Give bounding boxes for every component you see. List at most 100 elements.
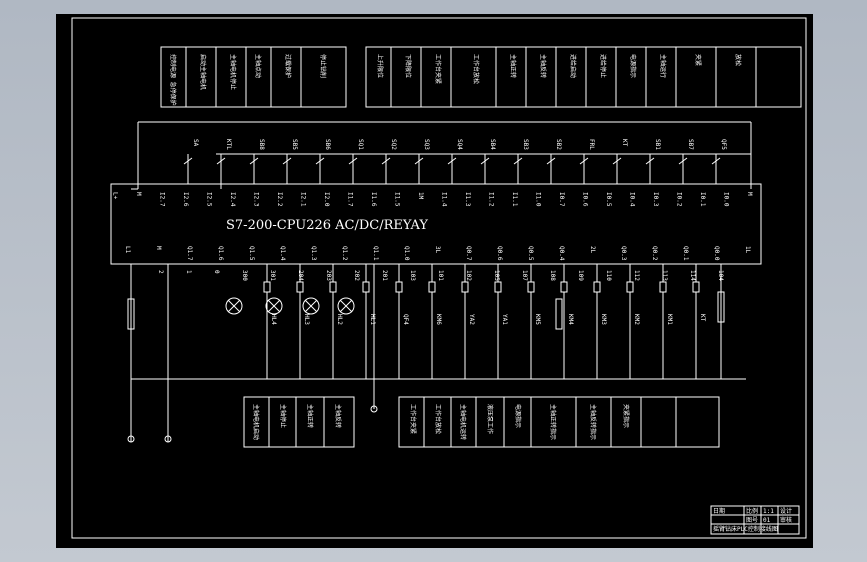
plc-output-terminal: Q1.2	[341, 246, 348, 261]
title-block-cell: 摇臂钻床PLC控制接线图	[713, 525, 778, 533]
top-function-label: 夹紧	[694, 54, 702, 66]
plc-output-terminal: Q0.2	[651, 246, 658, 261]
bottom-function-label: 主轴电机运转	[459, 404, 467, 440]
output-coil	[329, 281, 337, 293]
plc-input-terminal: I1.6	[370, 192, 377, 207]
top-function-label: 主轴运行	[659, 54, 667, 78]
lamps	[225, 297, 355, 315]
plc-input-terminal: M	[135, 192, 142, 196]
bottom-function-label: 主轴反转	[334, 404, 342, 428]
title-block-cell: 图号	[746, 517, 758, 524]
plc-input-terminal: I1.3	[464, 192, 471, 207]
plc-output-terminal: Q0.0	[713, 246, 720, 261]
title-block-cell: 01	[763, 517, 771, 524]
output-device-label: YA2	[468, 314, 475, 325]
input-contacts: QF5 SB7 SB1 KT FRL SB2 SB3 SB4 SQ4 SQ3 SQ2 SQ1 SB6 SB…	[183, 139, 727, 184]
wire-number: 101	[437, 270, 444, 281]
plc-output-terminal: Q0.7	[465, 246, 472, 261]
output-device-label: HL2	[336, 314, 343, 325]
top-function-label: 启动主轴电机	[199, 54, 207, 90]
title-block-cell: 日期	[713, 507, 725, 515]
top-function-label: 停止钻削	[319, 54, 327, 78]
output-coil	[461, 281, 469, 293]
input-device-label: SA	[192, 139, 199, 147]
plc-input-terminal: I2.1	[300, 192, 307, 207]
plc-output-terminal: Q0.3	[620, 246, 627, 261]
bottom-function-label: 主轴正转	[306, 404, 314, 428]
wire-number: 202	[353, 270, 360, 281]
title-block-cell: 1:1	[763, 508, 774, 515]
plc-output-terminal: M	[155, 246, 162, 250]
wire-number: 107	[521, 270, 528, 281]
plc-output-terminal: Q1.7	[186, 246, 193, 261]
wire-number: 104	[717, 270, 724, 281]
plc-output-terminal: Q0.5	[527, 246, 534, 261]
plc-output-terminal: Q0.4	[558, 246, 565, 261]
top-function-label: 工作台放松	[472, 54, 480, 84]
plc-output-terminal: Q1.6	[217, 246, 224, 261]
plc-input-terminal: I1.0	[535, 192, 542, 207]
title-block-text: 摇臂钻床PLC控制接线图 比例 1:1 图号 01 设计审核 日期	[713, 507, 792, 533]
input-device-label: SB6	[324, 139, 331, 150]
wire-number: 0	[213, 270, 220, 274]
wire-number: 108	[549, 270, 556, 281]
plc-input-terminal: I0.0	[723, 192, 730, 207]
input-device-label: SB2	[555, 139, 562, 150]
top-function-label: 工作台夹紧	[434, 54, 442, 84]
plc-output-terminal: Q1.3	[310, 246, 317, 261]
input-device-label: SB1	[654, 139, 661, 150]
input-device-label: KTL	[225, 139, 232, 150]
plc-input-terminal: I2.3	[253, 192, 260, 207]
plc-input-terminal: I2.7	[159, 192, 166, 207]
input-device-label: FRL	[588, 139, 595, 150]
plc-input-terminal: I0.2	[676, 192, 683, 207]
input-device-label: QF5	[720, 139, 727, 150]
drawing-sheet: 控制电源 急停保护 启动主轴电机 主轴电机停止 主轴点动 过载保护 停止钻削 上升限位 下降限…	[56, 14, 813, 548]
plc-output-terminal: L1	[124, 246, 131, 254]
output-coil	[362, 281, 370, 293]
input-device-label: SQ2	[390, 139, 397, 150]
plc-input-terminal: I1.2	[488, 192, 495, 207]
wire-number: 113	[661, 270, 668, 281]
input-device-label: SQ3	[423, 139, 430, 150]
plc-input-terminal: L+	[112, 192, 119, 200]
output-coil	[626, 281, 634, 293]
top-function-label: 上升限位	[376, 54, 384, 78]
input-device-label: SB4	[489, 139, 496, 150]
output-devices: KT KM1 KM2 KM3 KM4 KM5 YA1 YA2 KM6 QF4 HL1 HL2 HL3 HL…	[157, 264, 724, 379]
plc-output-terminal: Q0.6	[496, 246, 503, 261]
plc-output-terminal: Q1.5	[248, 246, 255, 261]
output-device-label: KM3	[600, 314, 607, 325]
plc-input-terminal: I2.2	[276, 192, 283, 207]
plc-input-terminal: I1.7	[347, 192, 354, 207]
bottom-function-label: 主轴停止	[279, 404, 287, 428]
wire-number: 102	[465, 270, 472, 281]
output-coil	[395, 281, 403, 293]
plc-model-label: S7-200-CPU226 AC/DC/REYAY	[226, 218, 428, 233]
output-coil	[527, 281, 535, 293]
plc-output-terminal: Q1.1	[372, 246, 379, 261]
wire-number: 2	[157, 270, 164, 274]
plc-output-terminal: Q0.1	[682, 246, 689, 261]
wire-number: 109	[577, 270, 584, 281]
output-device-label: HL4	[270, 314, 277, 325]
top-function-label: 主轴电机停止	[229, 54, 237, 90]
wire-number: 112	[633, 270, 640, 281]
bottom-function-label: 夹紧指示	[622, 404, 630, 428]
bottom-function-label: 工作台夹紧	[409, 404, 417, 434]
plc-input-terminal: I1.4	[441, 192, 448, 207]
top-function-label: 进给停止	[599, 54, 607, 78]
wire-number: 201	[381, 270, 388, 281]
output-device-label: YA1	[501, 314, 508, 325]
wire-number: 204	[297, 270, 304, 281]
output-coil	[428, 281, 436, 293]
output-device-label: HL1	[369, 314, 376, 325]
plc-input-terminal: I1.1	[511, 192, 518, 207]
top-function-label: 主轴点动	[254, 54, 262, 78]
output-coil	[692, 281, 700, 293]
top-function-label: 主轴正转	[509, 54, 517, 78]
wire-number: 1	[185, 270, 192, 274]
bottom-label-text: 主轴电机启动 主轴停止 主轴正转 主轴反转 工作台夹紧 工作台放松 主轴电机运转 液压泵工作 电…	[252, 404, 630, 440]
top-function-label: 主轴反转	[539, 54, 547, 78]
plc-input-terminal: I0.6	[582, 192, 589, 207]
